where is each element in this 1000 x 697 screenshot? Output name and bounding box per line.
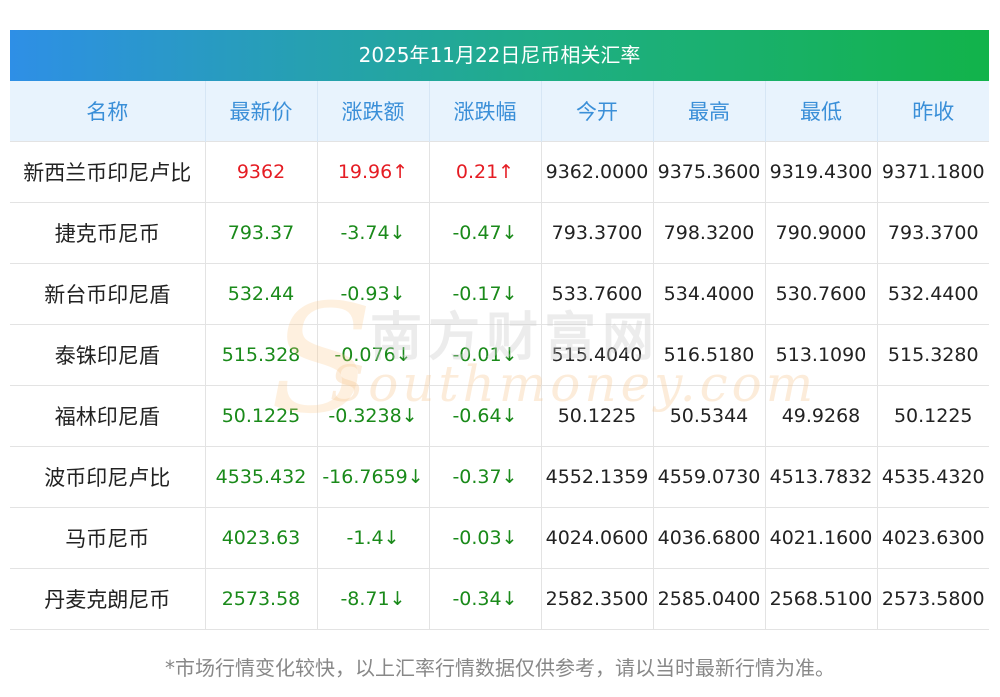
- table-row: 马币尼币 4023.63 -1.4↓ -0.03↓ 4024.0600 4036.6800…: [10, 507, 989, 569]
- disclaimer-footnote: *市场行情变化较快，以上汇率行情数据仅供参考，请以当时最新行情为准。: [165, 656, 835, 680]
- name-cell: 马币尼币: [10, 507, 206, 569]
- latest-cell: 4023.63: [205, 507, 318, 569]
- change-cell: -3.74↓: [317, 202, 430, 264]
- col-header-change: 涨跌额: [317, 81, 430, 142]
- latest-cell: 9362: [205, 141, 318, 203]
- low-cell: 513.1090: [765, 324, 878, 386]
- pct-cell: -0.34↓: [429, 568, 542, 630]
- open-cell: 4552.1359: [541, 446, 654, 508]
- prev-cell: 532.4400: [877, 263, 989, 325]
- open-cell: 50.1225: [541, 385, 654, 447]
- change-cell: -0.3238↓: [317, 385, 430, 447]
- table-title: 2025年11月22日尼币相关汇率: [10, 30, 989, 81]
- latest-cell: 50.1225: [205, 385, 318, 447]
- low-cell: 530.7600: [765, 263, 878, 325]
- col-header-prev: 昨收: [877, 81, 989, 142]
- name-cell: 丹麦克朗尼币: [10, 568, 206, 630]
- latest-cell: 4535.432: [205, 446, 318, 508]
- col-header-name: 名称: [10, 81, 206, 142]
- name-cell: 新台币印尼盾: [10, 263, 206, 325]
- exchange-rate-table: 名称 最新价 涨跌额 涨跌幅 今开 最高 最低 昨收 新西兰币印尼卢比 9362 1…: [10, 81, 989, 630]
- open-cell: 4024.0600: [541, 507, 654, 569]
- name-cell: 新西兰币印尼卢比: [10, 141, 206, 203]
- change-cell: -16.7659↓: [317, 446, 430, 508]
- prev-cell: 2573.5800: [877, 568, 989, 630]
- col-header-open: 今开: [541, 81, 654, 142]
- name-cell: 捷克币尼币: [10, 202, 206, 264]
- open-cell: 2582.3500: [541, 568, 654, 630]
- low-cell: 9319.4300: [765, 141, 878, 203]
- high-cell: 4559.0730: [653, 446, 766, 508]
- pct-cell: -0.37↓: [429, 446, 542, 508]
- change-cell: -1.4↓: [317, 507, 430, 569]
- low-cell: 2568.5100: [765, 568, 878, 630]
- prev-cell: 515.3280: [877, 324, 989, 386]
- high-cell: 50.5344: [653, 385, 766, 447]
- low-cell: 790.9000: [765, 202, 878, 264]
- name-cell: 泰铢印尼盾: [10, 324, 206, 386]
- latest-cell: 515.328: [205, 324, 318, 386]
- table-row: 捷克币尼币 793.37 -3.74↓ -0.47↓ 793.3700 798.3200 7…: [10, 202, 989, 264]
- change-cell: -0.076↓: [317, 324, 430, 386]
- change-cell: -0.93↓: [317, 263, 430, 325]
- change-cell: -8.71↓: [317, 568, 430, 630]
- high-cell: 516.5180: [653, 324, 766, 386]
- prev-cell: 9371.1800: [877, 141, 989, 203]
- open-cell: 533.7600: [541, 263, 654, 325]
- name-cell: 福林印尼盾: [10, 385, 206, 447]
- change-cell: 19.96↑: [317, 141, 430, 203]
- col-header-high: 最高: [653, 81, 766, 142]
- rate-table-panel: 2025年11月22日尼币相关汇率 名称 最新价 涨跌额 涨跌幅 今开 最高 最…: [10, 30, 989, 630]
- low-cell: 4021.1600: [765, 507, 878, 569]
- low-cell: 4513.7832: [765, 446, 878, 508]
- table-row: 新西兰币印尼卢比 9362 19.96↑ 0.21↑ 9362.0000 9375.360…: [10, 141, 989, 203]
- table-row: 丹麦克朗尼币 2573.58 -8.71↓ -0.34↓ 2582.3500 2585.0…: [10, 568, 989, 630]
- prev-cell: 50.1225: [877, 385, 989, 447]
- prev-cell: 4535.4320: [877, 446, 989, 508]
- table-row: 泰铢印尼盾 515.328 -0.076↓ -0.01↓ 515.4040 516.518…: [10, 324, 989, 386]
- pct-cell: -0.47↓: [429, 202, 542, 264]
- table-row: 福林印尼盾 50.1225 -0.3238↓ -0.64↓ 50.1225 50.5344…: [10, 385, 989, 447]
- open-cell: 515.4040: [541, 324, 654, 386]
- prev-cell: 4023.6300: [877, 507, 989, 569]
- table-row: 新台币印尼盾 532.44 -0.93↓ -0.17↓ 533.7600 534.4000…: [10, 263, 989, 325]
- low-cell: 49.9268: [765, 385, 878, 447]
- latest-cell: 793.37: [205, 202, 318, 264]
- high-cell: 798.3200: [653, 202, 766, 264]
- col-header-latest: 最新价: [205, 81, 318, 142]
- latest-cell: 532.44: [205, 263, 318, 325]
- col-header-pct: 涨跌幅: [429, 81, 542, 142]
- high-cell: 9375.3600: [653, 141, 766, 203]
- table-row: 波币印尼卢比 4535.432 -16.7659↓ -0.37↓ 4552.1359 45…: [10, 446, 989, 508]
- latest-cell: 2573.58: [205, 568, 318, 630]
- table-header-row: 名称 最新价 涨跌额 涨跌幅 今开 最高 最低 昨收: [10, 81, 989, 142]
- high-cell: 4036.6800: [653, 507, 766, 569]
- pct-cell: -0.17↓: [429, 263, 542, 325]
- open-cell: 793.3700: [541, 202, 654, 264]
- pct-cell: -0.01↓: [429, 324, 542, 386]
- open-cell: 9362.0000: [541, 141, 654, 203]
- high-cell: 534.4000: [653, 263, 766, 325]
- pct-cell: -0.64↓: [429, 385, 542, 447]
- high-cell: 2585.0400: [653, 568, 766, 630]
- col-header-low: 最低: [765, 81, 878, 142]
- name-cell: 波币印尼卢比: [10, 446, 206, 508]
- pct-cell: -0.03↓: [429, 507, 542, 569]
- prev-cell: 793.3700: [877, 202, 989, 264]
- pct-cell: 0.21↑: [429, 141, 542, 203]
